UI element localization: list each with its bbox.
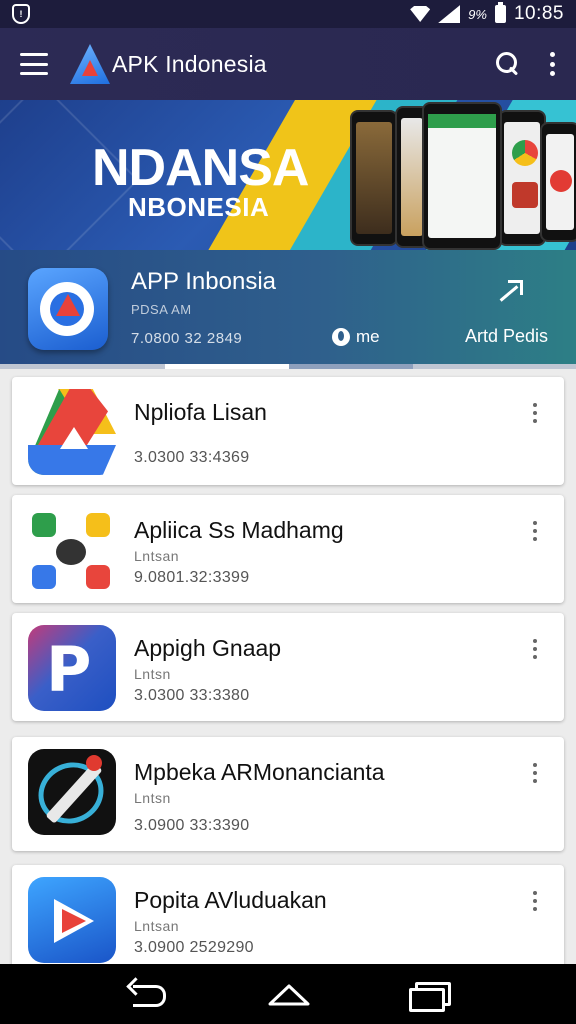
banner-headline: NDANSA (92, 139, 309, 197)
clock: 10:85 (513, 3, 564, 24)
app-logo (70, 44, 110, 84)
list-item[interactable]: P Appigh Gnaap Lntsn 3.0300 33:3380 (12, 613, 564, 721)
banner-subline: NBONESIA (128, 192, 270, 222)
carousel-indicator (0, 364, 576, 369)
app-number: 3.0900 2529290 (134, 939, 254, 956)
phone-image (540, 122, 576, 242)
list-item[interactable]: Apliica Ss Madhamg Lntsan 9.0801.32:3399 (12, 495, 564, 603)
app-name: Apliica Ss Madhamg (134, 517, 344, 543)
featured-app-subtitle: PDSA AM (131, 302, 192, 317)
battery-percent: 9% (468, 6, 487, 22)
share-icon[interactable] (496, 280, 523, 306)
app-bar: APK Indonesia (0, 28, 576, 100)
featured-app-number: 7.0800 32 2849 (131, 330, 243, 347)
battery-icon (494, 2, 506, 23)
app-developer: Lntsan (134, 918, 180, 934)
home-icon[interactable] (268, 982, 310, 1006)
pen-icon (28, 749, 116, 835)
featured-action-button[interactable]: Artd Pedis (465, 326, 548, 347)
drive-icon (28, 389, 116, 475)
app-number: 3.0300 33:3380 (134, 687, 250, 704)
list-item[interactable]: Popita AVluduakan Lntsan 3.0900 2529290 (12, 865, 564, 975)
system-nav-bar (0, 964, 576, 1024)
featured-app-title: APP Inbonsia (131, 268, 276, 295)
recent-apps-icon[interactable] (408, 982, 451, 1012)
play-icon (28, 877, 116, 963)
more-options-icon[interactable] (532, 763, 538, 783)
more-options-icon[interactable] (532, 521, 538, 541)
menu-icon[interactable] (20, 53, 48, 75)
featured-me-button[interactable]: me (332, 327, 380, 347)
profile-icon (332, 328, 350, 346)
app-number: 3.0900 33:3390 (134, 817, 250, 834)
list-item[interactable]: Mpbeka ARMonancianta Lntsn 3.0900 33:339… (12, 737, 564, 851)
phone-image (498, 110, 546, 246)
featured-me-label: me (356, 327, 380, 346)
back-icon[interactable] (129, 983, 169, 1007)
app-number: 3.0300 33:4369 (134, 449, 250, 466)
more-options-icon[interactable] (550, 52, 556, 76)
shield-icon: ! (12, 4, 30, 24)
more-options-icon[interactable] (532, 639, 538, 659)
search-icon[interactable] (496, 52, 520, 76)
phone-image (350, 110, 398, 246)
app-title: APK Indonesia (112, 50, 267, 77)
app-name: Mpbeka ARMonancianta (134, 759, 385, 785)
featured-app-icon (28, 268, 108, 350)
app-number: 9.0801.32:3399 (134, 569, 250, 586)
p-icon: P (28, 625, 116, 711)
app-developer: Lntsn (134, 666, 171, 682)
app-developer: Lntsan (134, 548, 180, 564)
list-item[interactable]: Npliofa Lisan 3.0300 33:4369 (12, 377, 564, 485)
status-bar: ! 9% 10:85 (0, 0, 576, 28)
app-name: Popita AVluduakan (134, 887, 327, 913)
app-name: Appigh Gnaap (134, 635, 282, 661)
more-options-icon[interactable] (532, 891, 538, 911)
phone-image (422, 102, 502, 250)
promo-banner[interactable]: NDANSA NBONESIA (0, 100, 576, 250)
featured-app[interactable]: APP Inbonsia PDSA AM 7.0800 32 2849 me A… (0, 250, 576, 368)
grid-icon (28, 507, 116, 593)
wifi-icon (410, 6, 431, 22)
app-developer: Lntsn (134, 790, 171, 806)
signal-icon (438, 5, 461, 23)
app-name: Npliofa Lisan (134, 399, 267, 425)
more-options-icon[interactable] (532, 403, 538, 423)
